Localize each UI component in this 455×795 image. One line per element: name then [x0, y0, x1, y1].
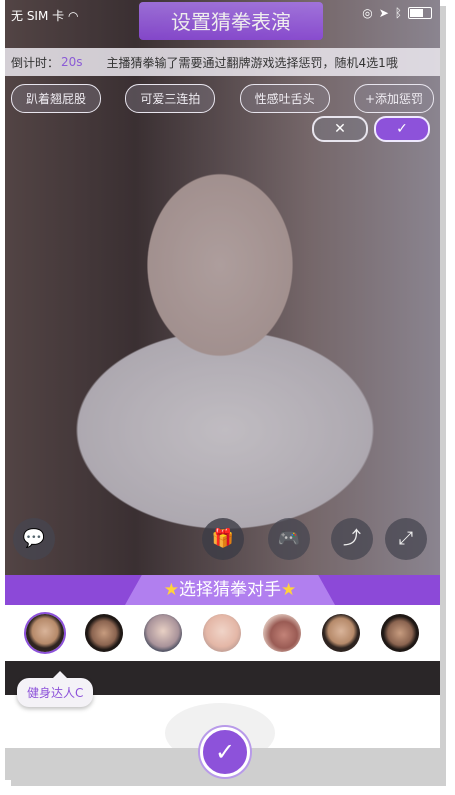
- panel-title-text: 选择猜拳对手: [179, 580, 281, 600]
- opponent-avatar[interactable]: [322, 614, 361, 652]
- fullscreen-icon[interactable]: ⤢: [385, 518, 427, 560]
- lock-rotation-icon: ◎: [362, 6, 373, 20]
- punishment-chip[interactable]: 趴着翘屁股: [11, 84, 102, 113]
- cancel-button[interactable]: ✕: [312, 116, 368, 142]
- toolbar: 💬 🎁 🎮 ⤴ ⤢: [5, 518, 440, 562]
- timer-value: 20s: [61, 55, 83, 69]
- chat-icon[interactable]: 💬: [13, 518, 55, 560]
- confirm-small-button[interactable]: ✓: [374, 116, 430, 142]
- share-icon[interactable]: ⤴: [331, 518, 373, 560]
- opponent-list: [5, 605, 440, 661]
- timer-label: 倒计时：: [11, 55, 60, 70]
- punishment-options: 趴着翘屁股 可爱三连拍 性感吐舌头 +添加惩罚: [11, 84, 434, 113]
- opponent-avatar[interactable]: [144, 614, 183, 652]
- opponent-avatar[interactable]: [381, 614, 420, 652]
- gift-icon[interactable]: 🎁: [202, 518, 244, 560]
- action-buttons: ✕ ✓: [312, 116, 430, 142]
- panel-header: ★选择猜拳对手★: [5, 575, 440, 605]
- page-title: 设置猜拳表演: [139, 2, 323, 40]
- battery-icon: [408, 7, 432, 19]
- punishment-chip[interactable]: 可爱三连拍: [125, 84, 216, 113]
- punishment-chip[interactable]: 性感吐舌头: [239, 84, 330, 113]
- panel-title: ★选择猜拳对手★: [125, 575, 335, 605]
- opponent-avatar[interactable]: [262, 614, 301, 652]
- timer-bar: 倒计时： 20s 主播猜拳输了需要通过翻牌游戏选择惩罚，随机4选1哦: [5, 48, 440, 76]
- bluetooth-icon: ᛒ: [394, 6, 402, 20]
- timer-description: 主播猜拳输了需要通过翻牌游戏选择惩罚，随机4选1哦: [106, 55, 398, 70]
- app-frame: 无 SIM 卡 ◠ ◎ ➤ ᛒ 设置猜拳表演 倒计时： 20s 主播猜拳输了需要…: [5, 0, 440, 780]
- opponent-avatar[interactable]: [203, 614, 242, 652]
- carrier-text: 无 SIM 卡: [11, 9, 65, 23]
- opponent-avatar[interactable]: [25, 614, 64, 652]
- opponent-avatar[interactable]: [84, 614, 123, 652]
- wifi-icon: ◠: [67, 9, 79, 23]
- location-icon: ➤: [378, 6, 389, 20]
- opponent-name-tooltip: 健身达人C: [17, 671, 94, 707]
- star-icon: ★: [163, 580, 179, 600]
- add-punishment-button[interactable]: +添加惩罚: [353, 84, 434, 113]
- confirm-button[interactable]: ✓: [200, 727, 250, 777]
- star-icon: ★: [281, 580, 297, 600]
- gamepad-icon[interactable]: 🎮: [268, 518, 310, 560]
